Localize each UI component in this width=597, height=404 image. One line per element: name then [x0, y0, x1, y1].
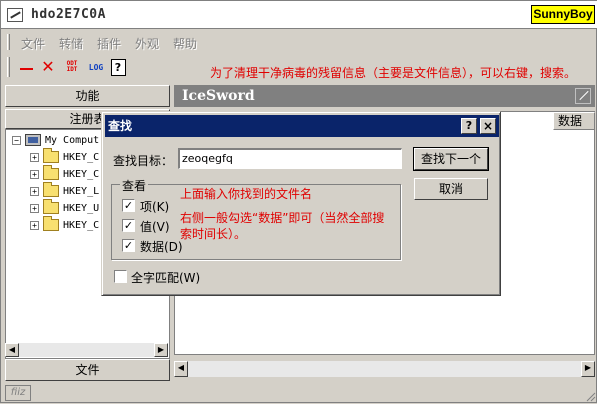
main-window: hdo2E7C0A SunnyBoy 文件 转储 插件 外观 帮助 为了清理干净… [0, 0, 597, 403]
scroll-right-icon[interactable]: ▶ [154, 343, 168, 357]
dialog-title: 查找 [108, 119, 133, 133]
menu-help[interactable]: 帮助 [173, 35, 197, 52]
sunnyboy-badge: SunnyBoy [531, 5, 595, 24]
log-button[interactable]: LOG [85, 58, 107, 76]
status-cell: fiiz [5, 385, 31, 401]
tree-item-label: HKEY_C [63, 168, 100, 180]
checkbox-whole-word-label[interactable]: 全字匹配(W) [131, 269, 200, 286]
annotation-data-line-2: 索时间长）。 [180, 227, 247, 241]
annotation-filename: 上面输入你找到的文件名 [180, 187, 313, 201]
help-icon: ? [110, 58, 126, 76]
checkbox-value[interactable]: ✓ [122, 219, 135, 232]
checkbox-key[interactable]: ✓ [122, 199, 135, 212]
tree-item-label: HKEY_L [63, 185, 100, 197]
column-data[interactable]: 数据 [553, 112, 595, 130]
checkbox-key-label[interactable]: 项(K) [140, 198, 169, 215]
menu-grip [7, 34, 10, 50]
view-group-title: 查看 [120, 177, 149, 194]
tree-scrollbar[interactable]: ◀ ▶ [5, 343, 168, 357]
expand-icon[interactable]: + [30, 203, 39, 213]
size-grip-icon[interactable] [584, 390, 596, 402]
checkbox-data[interactable]: ✓ [122, 239, 135, 252]
collapse-icon[interactable]: − [12, 135, 21, 145]
function-button[interactable]: 功能 [5, 85, 170, 107]
log-icon: LOG [88, 62, 104, 72]
menu-bar: 文件 转储 插件 外观 帮助 为了清理干净病毒的残留信息（主要是文件信息），可以… [1, 32, 597, 80]
window-title: hdo2E7C0A [31, 7, 106, 22]
delete-button[interactable]: ✕ [39, 58, 57, 76]
find-next-button[interactable]: 查找下一个 [413, 147, 489, 171]
app-icon [7, 8, 23, 22]
tree-item-label: HKEY_C [63, 219, 100, 231]
tree-item-hkey-5[interactable]: + HKEY_C [30, 216, 100, 233]
expand-icon[interactable]: + [30, 186, 39, 196]
find-dialog: 查找 ? × 查找目标： zeoqegfq 查找下一个 取消 查看 ✓ 项(K)… [101, 111, 501, 296]
tree-item-hkey-4[interactable]: + HKEY_U [30, 199, 100, 216]
tree-item-hkey-2[interactable]: + HKEY_C [30, 165, 100, 182]
odt-icon: ODT IDT [67, 61, 78, 73]
delete-icon: ✕ [41, 57, 55, 76]
list-scrollbar[interactable]: ◀ ▶ [174, 361, 595, 377]
folder-icon [43, 148, 59, 163]
find-target-label: 查找目标： [113, 154, 174, 168]
dialog-help-button[interactable]: ? [461, 118, 477, 134]
menu-plugins[interactable]: 插件 [97, 35, 121, 52]
dialog-title-bar: 查找 ? × [105, 115, 499, 137]
cancel-button[interactable]: 取消 [414, 178, 488, 200]
tree-item-label: HKEY_U [63, 202, 100, 214]
tree-item-my-computer[interactable]: − My Comput [12, 132, 99, 148]
expand-icon[interactable]: + [30, 220, 39, 230]
annotation-data-line-1: 右侧一般勾选“数据”即可（当然全部搜 [180, 211, 385, 225]
menu-file[interactable]: 文件 [21, 35, 45, 52]
minus-button[interactable] [17, 58, 35, 76]
computer-icon [25, 134, 41, 146]
toolbar-grip [7, 57, 10, 77]
odt-button[interactable]: ODT IDT [61, 58, 83, 76]
checkbox-whole-word[interactable] [114, 270, 127, 283]
scroll-left-icon[interactable]: ◀ [5, 343, 19, 357]
odt-bottom-label: IDT [66, 66, 78, 73]
tree-item-label: My Comput [45, 134, 100, 146]
icesword-header: IceSword [174, 85, 595, 107]
resize-icon[interactable] [575, 88, 591, 104]
scroll-right-icon[interactable]: ▶ [581, 361, 595, 377]
toolbar: ✕ ODT IDT LOG ? [1, 55, 597, 81]
folder-icon [43, 165, 59, 180]
help-button[interactable]: ? [109, 58, 127, 76]
expand-icon[interactable]: + [30, 169, 39, 179]
title-bar: hdo2E7C0A SunnyBoy [1, 1, 597, 29]
tree-item-label: HKEY_C [63, 151, 100, 163]
minus-icon [19, 68, 33, 70]
scroll-left-icon[interactable]: ◀ [174, 361, 188, 377]
file-button[interactable]: 文件 [5, 359, 170, 381]
menu-dump[interactable]: 转储 [59, 35, 83, 52]
expand-icon[interactable]: + [30, 152, 39, 162]
folder-icon [43, 182, 59, 197]
find-target-input[interactable]: zeoqegfq [178, 148, 402, 169]
dialog-close-button[interactable]: × [480, 118, 496, 134]
checkbox-data-label[interactable]: 数据(D) [140, 238, 183, 255]
tree-item-hkey-1[interactable]: + HKEY_C [30, 148, 100, 165]
folder-icon [43, 199, 59, 214]
status-bar: fiiz [1, 383, 597, 404]
checkbox-value-label[interactable]: 值(V) [140, 218, 170, 235]
folder-icon [43, 216, 59, 231]
tree-item-hkey-3[interactable]: + HKEY_L [30, 182, 100, 199]
icesword-title: IceSword [182, 88, 255, 104]
menu-view[interactable]: 外观 [135, 35, 159, 52]
